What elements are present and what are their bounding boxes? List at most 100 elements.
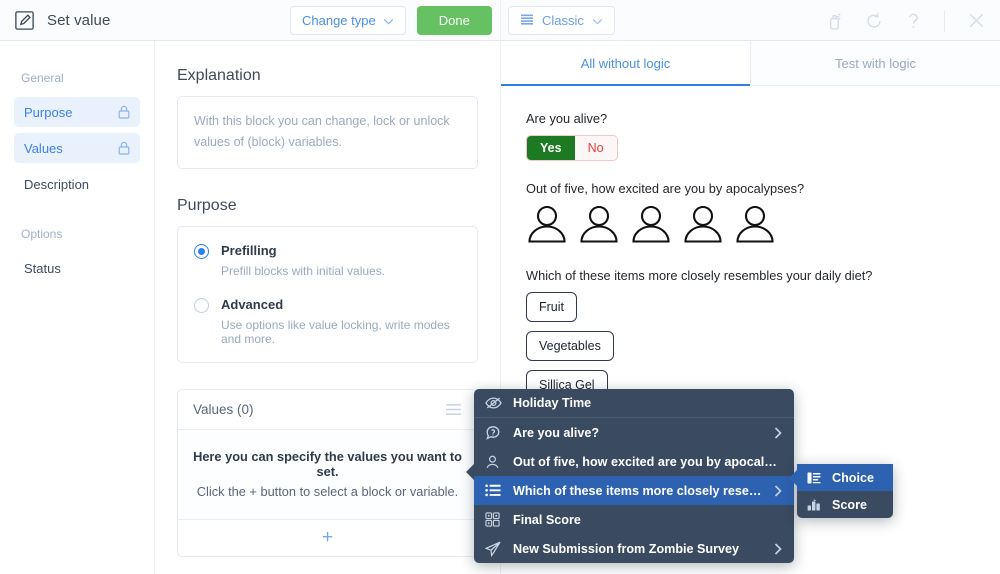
context-menu-item-are-you-alive[interactable]: Are you alive? — [474, 418, 794, 447]
question-apocalypse-rating: Out of five, how excited are you by apoc… — [526, 181, 1000, 248]
sidebar-item-purpose[interactable]: Purpose — [14, 97, 140, 127]
classic-dropdown-button[interactable]: Classic — [508, 6, 615, 35]
context-menu-item-label: New Submission from Zombie Survey — [513, 541, 740, 556]
radio-label: Advanced — [221, 297, 284, 313]
list-icon — [485, 484, 505, 497]
question-label: Out of five, how excited are you by apoc… — [526, 181, 805, 196]
submenu-pointer — [789, 470, 797, 486]
context-menu-item-new-submission[interactable]: New Submission from Zombie Survey — [474, 534, 794, 563]
header-divider — [500, 0, 501, 41]
radio-label: Prefilling — [221, 243, 277, 259]
person-icon[interactable] — [578, 205, 620, 248]
sidebar-item-label: Status — [24, 260, 61, 276]
chevron-right-icon — [766, 484, 782, 497]
values-header-label: Values (0) — [193, 402, 254, 418]
question-bubble-icon — [485, 425, 505, 441]
app-header: Set value Change type Done Classic — [0, 0, 1000, 41]
header-icon-separator — [944, 9, 945, 32]
values-empty-title: Here you can specify the values you want… — [193, 449, 462, 480]
purpose-option-prefilling[interactable]: Prefilling Prefill blocks with initial v… — [194, 242, 461, 278]
tab-test-with-logic[interactable]: Test with logic — [750, 41, 1000, 85]
choice-option-vegetables[interactable]: Vegetables — [526, 331, 614, 361]
chevron-right-icon — [766, 426, 782, 439]
add-value-button[interactable]: + — [178, 520, 477, 556]
context-menu: Holiday Time Are you alive? Out of five,… — [466, 389, 794, 563]
submenu-item-choice[interactable]: Choice — [797, 464, 893, 491]
chevron-down-icon — [383, 13, 394, 28]
lock-icon — [118, 141, 130, 155]
sidebar: General Purpose Values Description Optio… — [0, 41, 155, 574]
tab-label: All without logic — [580, 55, 671, 71]
sidebar-group-label-general: General — [21, 71, 64, 85]
close-icon[interactable] — [967, 11, 986, 30]
sidebar-item-label: Values — [24, 140, 63, 156]
explanation-title: Explanation — [177, 67, 261, 84]
context-menu-item-final-score[interactable]: Final Score — [474, 505, 794, 534]
bar-chart-icon — [807, 498, 825, 511]
pencil-square-icon — [13, 9, 36, 32]
purpose-option-advanced[interactable]: Advanced Use options like value locking,… — [194, 296, 461, 346]
explanation-card: With this block you can change, lock or … — [177, 96, 478, 170]
submenu-item-score[interactable]: Score — [797, 491, 893, 518]
values-section: Values (0) Here you can specify the valu… — [177, 389, 478, 558]
done-button[interactable]: Done — [416, 5, 492, 35]
context-menu-item-holiday-time[interactable]: Holiday Time — [474, 389, 794, 418]
classic-label: Classic — [542, 13, 584, 28]
question-are-you-alive: Are you alive? Yes No — [526, 111, 1000, 161]
sidebar-item-values[interactable]: Values — [14, 133, 140, 163]
sidebar-item-description[interactable]: Description — [14, 169, 140, 199]
values-empty-hint: Click the + button to select a block or … — [196, 484, 459, 500]
person-icon[interactable] — [526, 205, 568, 248]
submenu-item-label: Choice — [832, 470, 874, 485]
no-option[interactable]: No — [574, 136, 617, 160]
page-title: Set value — [47, 11, 111, 29]
blocks-icon — [485, 512, 505, 527]
radio-prefilling[interactable] — [194, 244, 209, 260]
change-type-label: Change type — [302, 12, 376, 28]
refresh-icon[interactable] — [865, 12, 883, 30]
radio-description: Prefill blocks with initial values. — [221, 264, 386, 279]
purpose-title: Purpose — [177, 197, 237, 215]
context-menu-item-apocalypse-rating[interactable]: Out of five, how excited are you by apoc… — [474, 447, 794, 476]
help-icon[interactable] — [905, 11, 922, 30]
spray-bottle-icon[interactable] — [826, 11, 843, 30]
context-menu-item-label: Are you alive? — [513, 425, 600, 440]
chevron-right-icon — [766, 542, 782, 555]
sidebar-item-label: Description — [24, 176, 90, 192]
choice-option-fruit[interactable]: Fruit — [526, 292, 577, 322]
context-menu-item-label: Out of five, how excited are you by apoc… — [513, 454, 782, 469]
tab-all-without-logic[interactable]: All without logic — [501, 41, 750, 86]
values-card: Values (0) Here you can specify the valu… — [177, 389, 478, 558]
lines-icon — [520, 13, 534, 28]
question-label: Are you alive? — [526, 111, 608, 126]
purpose-section: Purpose Prefilling Prefill blocks with i… — [177, 197, 478, 364]
chevron-down-icon — [592, 13, 603, 28]
context-submenu: Choice Score — [789, 464, 893, 518]
settings-panel: Explanation With this block you can chan… — [155, 41, 500, 574]
question-daily-diet: Which of these items more closely resemb… — [526, 268, 1000, 409]
sidebar-item-status[interactable]: Status — [14, 253, 140, 283]
preview-tabs: All without logic Test with logic — [501, 41, 1000, 86]
person-icon — [485, 454, 505, 470]
context-menu-item-daily-diet[interactable]: Which of these items more closely resemb… — [474, 476, 794, 505]
form-preview: Are you alive? Yes No Out of five, how e… — [501, 86, 1000, 409]
change-type-button[interactable]: Change type — [290, 5, 406, 35]
done-label: Done — [438, 12, 470, 28]
hamburger-icon[interactable] — [445, 403, 462, 416]
radio-advanced[interactable] — [194, 298, 209, 314]
submenu-item-label: Score — [832, 497, 868, 512]
person-icon[interactable] — [630, 205, 672, 248]
tab-label: Test with logic — [835, 55, 916, 71]
yes-option[interactable]: Yes — [527, 136, 575, 160]
yes-no-toggle[interactable]: Yes No — [526, 135, 618, 161]
person-icon[interactable] — [734, 205, 776, 248]
header-icon-group — [826, 0, 986, 41]
values-empty-state: Here you can specify the values you want… — [178, 430, 477, 521]
choice-list-icon — [807, 472, 825, 484]
eye-slash-icon — [485, 396, 505, 410]
person-icon[interactable] — [682, 205, 724, 248]
rating-scale — [526, 205, 1000, 248]
sidebar-item-label: Purpose — [24, 104, 73, 120]
question-label: Which of these items more closely resemb… — [526, 268, 873, 283]
